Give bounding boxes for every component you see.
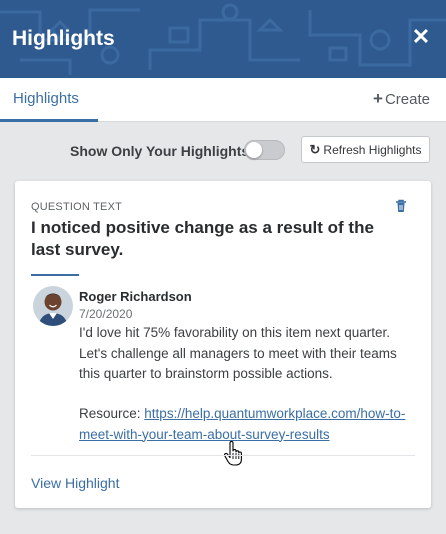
panel-title: Highlights [12, 27, 115, 50]
question-text: I noticed positive change as a result of… [31, 218, 374, 259]
resource-line: Resource: https://help.quantumworkplace.… [79, 404, 419, 445]
hand-cursor-icon [223, 440, 245, 467]
question-text-label: QUESTION TEXT [31, 201, 123, 213]
refresh-highlights-button[interactable]: ↻ Refresh Highlights [301, 136, 430, 163]
panel-header: Highlights ✕ [0, 0, 446, 78]
card-divider [31, 455, 415, 456]
accent-line [31, 274, 79, 276]
create-button[interactable]: + Create [373, 78, 430, 122]
show-only-yours-label: Show Only Your Highlights [70, 143, 250, 159]
create-label: Create [384, 91, 430, 108]
author-name: Roger Richardson [79, 289, 192, 304]
tab-highlights[interactable]: Highlights [0, 78, 98, 122]
avatar [33, 286, 73, 326]
highlight-comment: I'd love hit 75% favorability on this it… [79, 325, 397, 381]
highlight-date: 7/20/2020 [79, 307, 133, 321]
filter-row: Show Only Your Highlights ↻ Refresh Highl… [0, 136, 446, 164]
highlight-card: QUESTION TEXT I noticed positive change … [15, 181, 431, 508]
plus-icon: + [373, 89, 383, 108]
trash-icon[interactable] [393, 198, 409, 214]
refresh-icon: ↻ [309, 142, 321, 157]
view-highlight-link[interactable]: View Highlight [31, 475, 119, 491]
show-only-yours-toggle[interactable] [244, 140, 285, 160]
toggle-knob [246, 142, 262, 158]
close-icon[interactable]: ✕ [410, 24, 432, 50]
resource-label: Resource: [79, 406, 141, 421]
refresh-label: Refresh Highlights [323, 143, 422, 157]
tab-bar: Highlights + Create [0, 78, 446, 122]
